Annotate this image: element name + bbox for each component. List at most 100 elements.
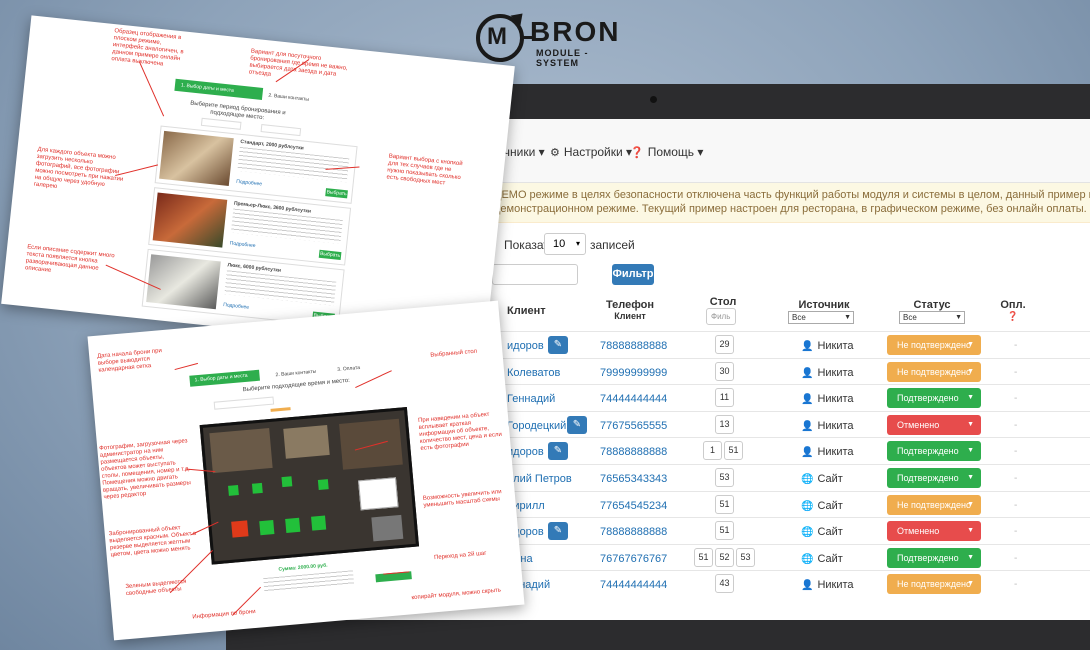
room-photo[interactable] [152, 192, 228, 248]
status-select[interactable]: Отменено [887, 521, 981, 542]
edit-icon[interactable]: ✎ [567, 415, 587, 434]
phone-link[interactable]: 78888888888 [600, 526, 667, 538]
phone-link[interactable]: 76767676767 [600, 553, 667, 565]
paid-cell: - [1014, 526, 1018, 538]
table-number-badge[interactable]: 51 [715, 494, 734, 514]
free-table[interactable] [285, 517, 301, 533]
source-cell: 👤 Никита [801, 446, 854, 459]
phone-link[interactable]: 77654545234 [600, 500, 667, 512]
nav-help[interactable]: ❓ Помощь ▾ [630, 145, 703, 159]
phone-link[interactable]: 76565343343 [600, 473, 667, 485]
p1-note: Образец отображения в плоском режиме, ин… [111, 28, 184, 68]
table-filter-input[interactable]: Филь [706, 308, 736, 325]
table-number-badge[interactable]: 1 [703, 441, 722, 461]
filter-input[interactable] [492, 264, 578, 285]
table-number-badge[interactable]: 43 [715, 574, 734, 594]
free-table[interactable] [281, 476, 293, 488]
globe-icon: 🌐 [801, 500, 814, 512]
paid-cell: - [1014, 419, 1018, 431]
table-number-badge[interactable]: 30 [715, 361, 734, 381]
source-filter-select[interactable]: Все [788, 311, 854, 324]
client-name[interactable]: Городецкий [507, 420, 566, 432]
source-cell: 🌐 Сайт [801, 552, 843, 565]
phone-link[interactable]: 78888888888 [600, 340, 667, 352]
table-number-badge[interactable]: 13 [715, 414, 734, 434]
webcam [650, 96, 657, 103]
header-table[interactable]: Стол [708, 296, 738, 308]
header-source[interactable]: Источник [774, 299, 874, 311]
paid-cell: - [1014, 473, 1018, 484]
free-table[interactable] [259, 520, 275, 536]
p2-note: Зеленым выделяются свободные объекты [125, 578, 187, 598]
phone-link[interactable]: 74444444444 [600, 393, 667, 405]
p2-note: Информация по брони [192, 608, 256, 621]
page-size-select[interactable]: 10 ▾ [544, 233, 586, 255]
free-table[interactable] [228, 484, 239, 496]
alert-line-2: демонстрационном режиме. Текущий пример … [494, 203, 1087, 215]
free-table[interactable] [317, 479, 329, 490]
p1-select-button[interactable]: Выбрать [325, 188, 348, 199]
status-filter-select[interactable]: Все [899, 311, 965, 324]
p1-select-button[interactable]: Выбрать [318, 249, 342, 261]
status-select[interactable]: Не подтверждено [887, 574, 981, 595]
p2-note: При наведении на объект всплывает кратка… [417, 411, 503, 452]
status-select[interactable]: Подтверждено [887, 547, 981, 568]
p1-step1: 1. Выбор даты и места [174, 78, 264, 100]
source-cell: 👤 Никита [801, 419, 854, 432]
p2-note: Возможность увеличить или уменьшить масш… [422, 489, 502, 509]
client-name[interactable]: Геннадий [507, 393, 555, 405]
client-name[interactable]: илий Петров [507, 473, 572, 485]
p2-note: Дата начала брони при выборе выводится к… [97, 348, 163, 374]
header-phone[interactable]: Телефон Клиент [600, 299, 660, 321]
p1-date-from[interactable] [200, 117, 242, 130]
status-select[interactable]: Подтверждено [887, 388, 981, 409]
globe-icon: 🌐 [801, 553, 814, 565]
source-cell: 👤 Никита [801, 366, 854, 379]
table-number-badge[interactable]: 53 [736, 547, 755, 567]
table-number-badge[interactable]: 11 [715, 388, 734, 408]
header-client[interactable]: Клиент [507, 305, 546, 317]
table-number-badge[interactable]: 52 [715, 547, 734, 567]
source-cell: 👤 Никита [801, 340, 854, 352]
edit-icon[interactable]: ✎ [548, 442, 568, 461]
phone-link[interactable]: 78888888888 [600, 446, 667, 458]
status-select[interactable]: Не подтверждено [887, 494, 981, 515]
phone-link[interactable]: 79999999999 [600, 367, 667, 379]
paid-cell: - [1014, 393, 1018, 405]
phone-link[interactable]: 77675565555 [600, 420, 667, 432]
p2-note: Забронированный объект выделяется красны… [108, 525, 197, 559]
client-name[interactable]: идоров [507, 446, 544, 458]
table-number-badge[interactable]: 51 [694, 547, 713, 567]
status-select[interactable]: Подтверждено [887, 468, 981, 488]
header-status[interactable]: Статус [902, 299, 962, 311]
p1-note: Если описание содержит много текста появ… [24, 244, 115, 274]
table-number-badge[interactable]: 53 [715, 468, 734, 487]
floor-plan-map[interactable] [199, 406, 420, 565]
status-select[interactable]: Не подтверждено [887, 335, 981, 355]
phone-link[interactable]: 74444444444 [600, 579, 667, 591]
client-name[interactable]: Колеватов [507, 367, 560, 379]
p2-date-input[interactable] [213, 396, 275, 410]
user-icon: 👤 [801, 447, 814, 459]
filter-button[interactable]: Фильтр [612, 264, 654, 285]
p1-date-to[interactable] [260, 124, 302, 137]
free-table[interactable] [311, 515, 327, 531]
header-paid[interactable]: Опл. ❓ [1000, 299, 1026, 322]
edit-icon[interactable]: ✎ [548, 522, 568, 541]
status-select[interactable]: Отменено [887, 414, 981, 435]
status-select[interactable]: Подтверждено [887, 441, 981, 462]
room-photo[interactable] [159, 130, 234, 186]
client-name[interactable]: идоров [507, 340, 544, 352]
edit-icon[interactable]: ✎ [548, 336, 568, 354]
booked-table[interactable] [231, 520, 249, 538]
p2-note: Фотографии, загрузочная через администра… [99, 438, 192, 501]
room-photo[interactable] [146, 254, 221, 310]
table-number-badge[interactable]: 51 [715, 521, 734, 541]
table-number-badge[interactable]: 51 [724, 441, 743, 461]
status-select[interactable]: Не подтверждено [887, 361, 981, 382]
table-number-badge[interactable]: 29 [715, 335, 734, 354]
p1-step2: 2. Ваши контакты [268, 92, 310, 103]
paid-cell: - [1014, 446, 1018, 458]
nav-settings[interactable]: ⚙ Настройки ▾ [550, 145, 632, 159]
free-table[interactable] [251, 482, 263, 494]
